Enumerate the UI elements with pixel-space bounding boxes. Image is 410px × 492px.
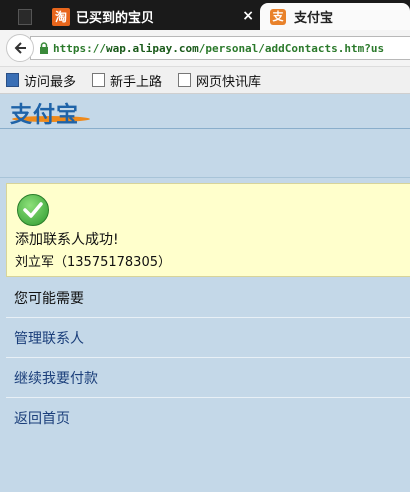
- taobao-favicon-icon: 淘: [52, 7, 70, 26]
- bookmark-label: 网页快讯库: [196, 74, 262, 90]
- bookmark-label: 新手上路: [110, 74, 163, 90]
- page-icon: [18, 8, 32, 25]
- url-path: /personal/addContacts.htm?us: [198, 41, 385, 55]
- navigation-bar: https://wap.alipay.com/personal/addConta…: [0, 30, 410, 67]
- lock-icon: [39, 39, 49, 58]
- bookmarks-toolbar: 访问最多 新手上路 网页快讯库: [0, 67, 410, 94]
- back-button[interactable]: [6, 34, 34, 62]
- return-home-link[interactable]: 返回首页: [14, 408, 70, 428]
- page-header: 支付宝: [0, 94, 410, 129]
- section-label-text: 您可能需要: [14, 290, 84, 307]
- success-title: 添加联系人成功!: [15, 232, 119, 248]
- bookmark-most-visited[interactable]: 访问最多: [6, 71, 76, 90]
- url-scheme: https://: [53, 41, 106, 55]
- alipay-favicon-icon: 支: [270, 8, 286, 25]
- browser-tab-strip: 淘 已买到的宝贝 × 支 支付宝: [0, 0, 410, 30]
- section-label: 您可能需要: [6, 278, 410, 318]
- tab-label: 支付宝: [294, 11, 334, 26]
- alipay-logo[interactable]: 支付宝: [10, 97, 79, 129]
- bookmark-label: 访问最多: [24, 74, 77, 90]
- new-tab-button[interactable]: [18, 3, 42, 30]
- bookmark-getting-started[interactable]: 新手上路: [92, 71, 162, 90]
- tab-alipay[interactable]: 支 支付宝: [260, 3, 410, 30]
- success-message-box: 添加联系人成功! 刘立军（13575178305）: [6, 183, 410, 277]
- tab-label: 已买到的宝贝: [76, 11, 155, 26]
- bookmark-web-slices[interactable]: 网页快讯库: [178, 71, 261, 90]
- menu-item-manage-contacts: 管理联系人: [6, 318, 410, 358]
- checkmark-icon: [17, 194, 49, 226]
- url-text: https://wap.alipay.com/personal/addConta…: [53, 42, 384, 55]
- page-icon: [178, 73, 192, 87]
- tab-bought-items[interactable]: 淘 已买到的宝贝 ×: [52, 3, 262, 30]
- page-icon: [92, 73, 106, 87]
- url-host: wap.alipay.com: [105, 41, 199, 55]
- menu-item-continue-payment: 继续我要付款: [6, 358, 410, 398]
- bookmark-star-icon: [6, 73, 19, 87]
- back-arrow-icon: [14, 42, 26, 54]
- address-bar[interactable]: https://wap.alipay.com/personal/addConta…: [30, 36, 410, 60]
- close-icon[interactable]: ×: [242, 8, 254, 24]
- manage-contacts-link[interactable]: 管理联系人: [14, 328, 84, 348]
- contact-info: 刘立军（13575178305）: [15, 255, 171, 270]
- header-spacer: [0, 129, 410, 178]
- menu-item-home: 返回首页: [6, 398, 410, 438]
- continue-payment-link[interactable]: 继续我要付款: [14, 368, 98, 388]
